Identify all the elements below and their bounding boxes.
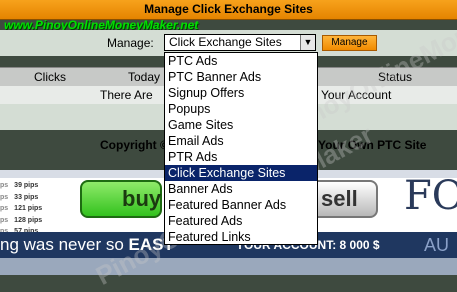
pips-list: ps 39 pips ps 33 pips ps 121 pips ps 128 pip… xyxy=(0,180,80,238)
dropdown-option[interactable]: Featured Banner Ads xyxy=(165,197,317,213)
list-item: ps 128 pips xyxy=(0,216,43,224)
dropdown-option[interactable]: Banner Ads xyxy=(165,181,317,197)
site-type-dropdown-list[interactable]: PTC Ads PTC Banner Ads Signup Offers Popups… xyxy=(164,52,318,245)
col-clicks: Clicks xyxy=(34,70,66,84)
row-text-left: There Are xyxy=(100,88,153,102)
dropdown-option[interactable]: Featured Ads xyxy=(165,213,317,229)
dropdown-option[interactable]: Featured Links xyxy=(165,229,317,245)
list-item: ps 33 pips xyxy=(0,193,39,201)
list-item: ps 39 pips xyxy=(0,182,39,189)
dropdown-option[interactable]: Click Exchange Sites xyxy=(165,165,317,181)
manage-button[interactable]: Manage xyxy=(322,35,377,51)
brand-partial-au: AU xyxy=(424,235,450,255)
slogan: ng was never so EAST xyxy=(0,235,174,254)
dropdown-option[interactable]: Popups xyxy=(165,101,317,117)
buy-button[interactable]: buy xyxy=(80,180,162,218)
window-title: Manage Click Exchange Sites xyxy=(0,0,457,20)
brand-partial-text: FO xyxy=(404,173,457,219)
col-today: Today xyxy=(128,70,161,84)
site-type-select[interactable]: Click Exchange Sites ▼ xyxy=(164,34,316,51)
dropdown-option[interactable]: PTC Banner Ads xyxy=(165,69,317,85)
col-status: Status xyxy=(378,70,413,84)
dropdown-option[interactable]: PTC Ads xyxy=(165,53,317,69)
chevron-down-icon[interactable]: ▼ xyxy=(300,35,315,50)
list-item: ps 121 pips xyxy=(0,205,43,212)
row-text-right: Your Account xyxy=(321,88,392,102)
manage-label: Manage: xyxy=(107,36,154,50)
dropdown-option[interactable]: Game Sites xyxy=(165,117,317,133)
select-value: Click Exchange Sites xyxy=(169,35,282,49)
footer-tagline: Your Own PTC Site xyxy=(318,138,427,152)
banner-bottom-bar xyxy=(0,258,457,275)
dropdown-option[interactable]: Email Ads xyxy=(165,133,317,149)
dropdown-option[interactable]: PTR Ads xyxy=(165,149,317,165)
dropdown-option[interactable]: Signup Offers xyxy=(165,85,317,101)
